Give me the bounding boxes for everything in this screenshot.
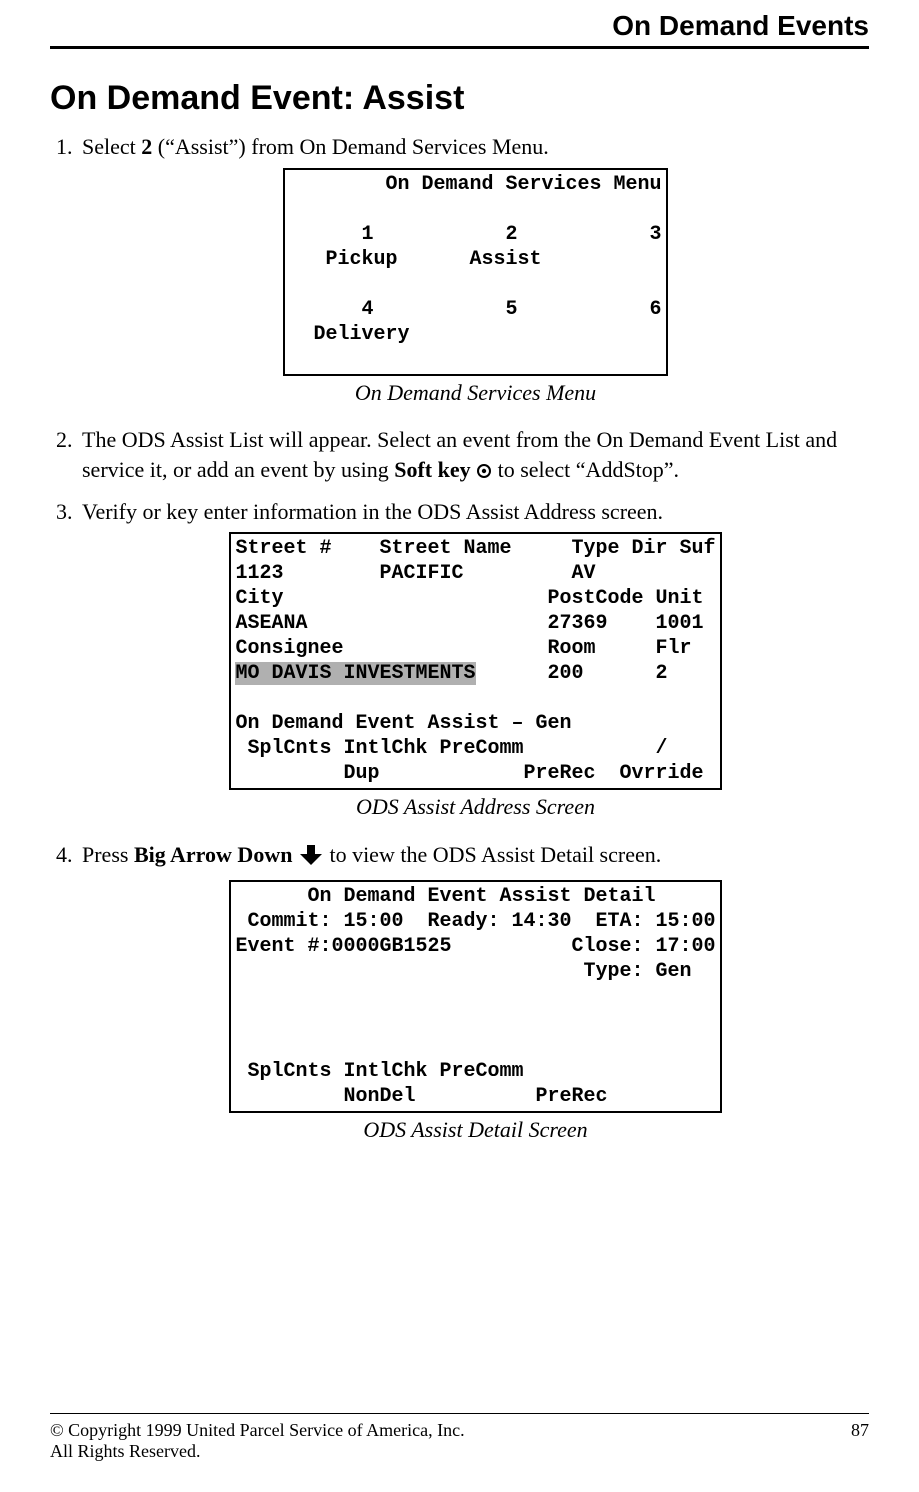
- step-4-key: Big Arrow Down: [134, 842, 293, 867]
- screen-address: Street # Street Name Type Dir Suf 1123 P…: [229, 532, 721, 790]
- step-1: Select 2 (“Assist”) from On Demand Servi…: [78, 132, 869, 407]
- copyright-line-2: All Rights Reserved.: [50, 1441, 465, 1462]
- step-4-text-c: to view the ODS Assist Detail screen.: [329, 842, 661, 867]
- s2-l3: City PostCode Unit: [235, 587, 703, 610]
- steps-list: Select 2 (“Assist”) from On Demand Servi…: [50, 132, 869, 1145]
- caption-3: ODS Assist Detail Screen: [82, 1115, 869, 1145]
- s2-l4: ASEANA 27369 1001: [235, 612, 703, 635]
- page-number: 87: [851, 1420, 869, 1441]
- step-3-text: Verify or key enter information in the O…: [82, 499, 663, 524]
- step-1-key: 2: [141, 134, 152, 159]
- footer-rule: [50, 1413, 869, 1414]
- s1-l3: 1 2 3: [289, 223, 661, 246]
- screen-detail: On Demand Event Assist Detail Commit: 15…: [229, 880, 721, 1113]
- big-arrow-down-icon: [298, 844, 324, 874]
- step-1-text-a: Select: [82, 134, 141, 159]
- s3-l2: Commit: 15:00 Ready: 14:30 ETA: 15:00: [235, 910, 715, 933]
- s2-l5: Consignee Room Flr: [235, 637, 691, 660]
- s1-l1: On Demand Services Menu: [289, 173, 661, 196]
- s1-l7: Delivery: [289, 323, 409, 346]
- step-4: Press Big Arrow Down to view the ODS Ass…: [78, 840, 869, 1144]
- page-footer: © Copyright 1999 United Parcel Service o…: [50, 1413, 869, 1462]
- step-2-softkey: Soft key: [394, 457, 470, 482]
- softkey-dot-icon: [476, 457, 492, 487]
- s3-l8: SplCnts IntlChk PreComm: [235, 1060, 523, 1083]
- step-4-text-a: Press: [82, 842, 134, 867]
- s3-l1: On Demand Event Assist Detail: [235, 885, 655, 908]
- caption-2: ODS Assist Address Screen: [82, 792, 869, 822]
- screen-services-menu: On Demand Services Menu 1 2 3 Pickup Ass…: [283, 168, 667, 376]
- s1-l6: 4 5 6: [289, 298, 661, 321]
- s2-l9: SplCnts IntlChk PreComm /: [235, 737, 667, 760]
- copyright-line-1: © Copyright 1999 United Parcel Service o…: [50, 1420, 465, 1441]
- s2-l6b: 200 2: [476, 662, 668, 685]
- s2-hl: MO DAVIS INVESTMENTS: [235, 662, 475, 685]
- page-title: On Demand Event: Assist: [50, 79, 869, 118]
- running-header: On Demand Events: [50, 0, 869, 42]
- step-2-text-c: to select “AddStop”.: [498, 457, 679, 482]
- s2-l1: Street # Street Name Type Dir Suf: [235, 537, 715, 560]
- step-2: The ODS Assist List will appear. Select …: [78, 425, 869, 486]
- s2-l10: Dup PreRec Ovrride: [235, 762, 703, 785]
- step-3: Verify or key enter information in the O…: [78, 497, 869, 822]
- s1-l4: Pickup Assist: [289, 248, 541, 271]
- s3-l4: Type: Gen: [235, 960, 691, 983]
- header-rule: [50, 46, 869, 49]
- s3-l3: Event #:0000GB1525 Close: 17:00: [235, 935, 715, 958]
- s2-l8: On Demand Event Assist – Gen: [235, 712, 571, 735]
- step-1-text-c: (“Assist”) from On Demand Services Menu.: [152, 134, 549, 159]
- s3-l9: NonDel PreRec: [235, 1085, 607, 1108]
- caption-1: On Demand Services Menu: [82, 378, 869, 408]
- s2-l2: 1123 PACIFIC AV: [235, 562, 595, 585]
